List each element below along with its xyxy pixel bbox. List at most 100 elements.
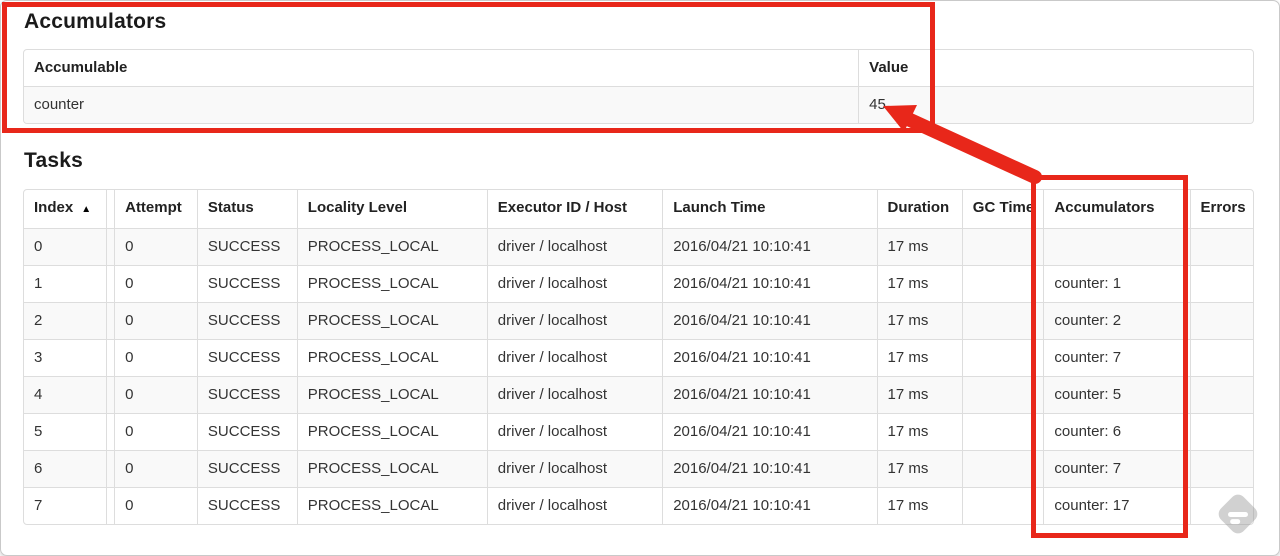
- cell-index: 6: [24, 450, 106, 487]
- col-header-accumulable: Accumulable: [34, 59, 128, 76]
- cell-status: SUCCESS: [196, 339, 297, 376]
- cell-errors: [1189, 228, 1253, 265]
- cell-status: SUCCESS: [196, 302, 297, 339]
- cell-errors: [1189, 450, 1253, 487]
- cell-id: 6: [105, 450, 115, 487]
- cell-executor: driver / localhost: [486, 228, 663, 265]
- cell-attempt: 0: [114, 228, 197, 265]
- cell-status: SUCCESS: [196, 487, 297, 524]
- cell-status: SUCCESS: [196, 413, 297, 450]
- col-header-executor[interactable]: Executor ID / Host: [486, 190, 662, 228]
- cell-duration: 17 ms: [876, 228, 962, 265]
- cell-duration: 17 ms: [876, 376, 962, 413]
- accumulators-table: Accumulable Value counter 45: [23, 49, 1254, 124]
- cell-gc-time: [961, 339, 1044, 376]
- cell-index: 7: [24, 487, 106, 524]
- accumulators-header-row: Accumulable Value: [24, 50, 1253, 86]
- cell-locality-level: PROCESS_LOCAL: [296, 339, 487, 376]
- col-header-status[interactable]: Status: [196, 190, 297, 228]
- cell-status: SUCCESS: [196, 450, 297, 487]
- cell-index: 2: [24, 302, 106, 339]
- col-header-attempt[interactable]: Attempt: [114, 190, 197, 228]
- cell-launch-time: 2016/04/21 10:10:41: [662, 339, 877, 376]
- cell-launch-time: 2016/04/21 10:10:41: [662, 265, 877, 302]
- cell-attempt: 0: [114, 413, 197, 450]
- cell-attempt: 0: [114, 265, 197, 302]
- cell-attempt: 0: [114, 302, 197, 339]
- cell-duration: 17 ms: [876, 413, 962, 450]
- cell-launch-time: 2016/04/21 10:10:41: [662, 376, 877, 413]
- cell-executor: driver / localhost: [486, 487, 663, 524]
- cell-locality-level: PROCESS_LOCAL: [296, 450, 487, 487]
- cell-id: 5: [105, 413, 115, 450]
- col-header-id[interactable]: ID: [105, 190, 115, 228]
- cell-accumulators: [1043, 228, 1190, 265]
- cell-accumulators: counter: 7: [1043, 339, 1190, 376]
- cell-errors: [1189, 487, 1253, 524]
- cell-index: 5: [24, 413, 106, 450]
- tasks-section-title: Tasks: [24, 149, 83, 172]
- cell-errors: [1189, 376, 1253, 413]
- cell-executor: driver / localhost: [486, 339, 663, 376]
- tasks-table: Index▲ ID Attempt Status Locality Level …: [23, 189, 1254, 525]
- col-header-errors[interactable]: Errors: [1189, 190, 1253, 228]
- task-row: 2 2 0 SUCCESS PROCESS_LOCAL driver / loc…: [24, 302, 1253, 339]
- cell-errors: [1189, 265, 1253, 302]
- col-header-accumulators[interactable]: Accumulators: [1043, 190, 1189, 228]
- cell-accumulators: counter: 1: [1043, 265, 1190, 302]
- cell-gc-time: [961, 302, 1044, 339]
- cell-accumulators: counter: 7: [1043, 450, 1190, 487]
- task-row: 4 4 0 SUCCESS PROCESS_LOCAL driver / loc…: [24, 376, 1253, 413]
- cell-locality-level: PROCESS_LOCAL: [296, 376, 487, 413]
- cell-accumulators: counter: 2: [1043, 302, 1190, 339]
- cell-executor: driver / localhost: [486, 376, 663, 413]
- cell-accumulators: counter: 6: [1043, 413, 1190, 450]
- cell-status: SUCCESS: [196, 265, 297, 302]
- col-header-locality-level[interactable]: Locality Level: [296, 190, 487, 228]
- cell-accumulators: counter: 17: [1043, 487, 1190, 524]
- cell-index: 0: [24, 228, 106, 265]
- cell-id: 4: [105, 376, 115, 413]
- cell-locality-level: PROCESS_LOCAL: [296, 487, 487, 524]
- col-header-value: Value: [858, 50, 1253, 86]
- cell-duration: 17 ms: [876, 450, 962, 487]
- cell-status: SUCCESS: [196, 228, 297, 265]
- task-row: 6 6 0 SUCCESS PROCESS_LOCAL driver / loc…: [24, 450, 1253, 487]
- cell-errors: [1189, 413, 1253, 450]
- cell-status: SUCCESS: [196, 376, 297, 413]
- accumulator-row: counter 45: [24, 86, 1253, 123]
- cell-index: 3: [24, 339, 106, 376]
- cell-attempt: 0: [114, 487, 197, 524]
- cell-id: 3: [105, 339, 115, 376]
- cell-attempt: 0: [114, 450, 197, 487]
- cell-executor: driver / localhost: [486, 450, 663, 487]
- cell-duration: 17 ms: [876, 339, 962, 376]
- cell-id: 7: [105, 487, 115, 524]
- col-header-gc-time[interactable]: GC Time: [961, 190, 1044, 228]
- cell-gc-time: [961, 413, 1044, 450]
- cell-accumulable: counter: [24, 86, 859, 123]
- task-row: 7 7 0 SUCCESS PROCESS_LOCAL driver / loc…: [24, 487, 1253, 524]
- cell-errors: [1189, 339, 1253, 376]
- cell-duration: 17 ms: [876, 487, 962, 524]
- cell-executor: driver / localhost: [486, 302, 663, 339]
- cell-launch-time: 2016/04/21 10:10:41: [662, 487, 877, 524]
- cell-launch-time: 2016/04/21 10:10:41: [662, 228, 877, 265]
- col-header-launch-time[interactable]: Launch Time: [662, 190, 876, 228]
- cell-gc-time: [961, 376, 1044, 413]
- task-row: 1 1 0 SUCCESS PROCESS_LOCAL driver / loc…: [24, 265, 1253, 302]
- col-header-index[interactable]: Index ▲: [24, 190, 106, 228]
- cell-launch-time: 2016/04/21 10:10:41: [662, 413, 877, 450]
- cell-id: 0: [105, 228, 115, 265]
- cell-id: 2: [105, 302, 115, 339]
- col-header-duration[interactable]: Duration: [876, 190, 962, 228]
- cell-id: 1: [105, 265, 115, 302]
- cell-errors: [1189, 302, 1253, 339]
- cell-executor: driver / localhost: [486, 413, 663, 450]
- cell-launch-time: 2016/04/21 10:10:41: [662, 450, 877, 487]
- cell-attempt: 0: [114, 339, 197, 376]
- cell-locality-level: PROCESS_LOCAL: [296, 228, 487, 265]
- cell-duration: 17 ms: [876, 302, 962, 339]
- cell-duration: 17 ms: [876, 265, 962, 302]
- cell-locality-level: PROCESS_LOCAL: [296, 413, 487, 450]
